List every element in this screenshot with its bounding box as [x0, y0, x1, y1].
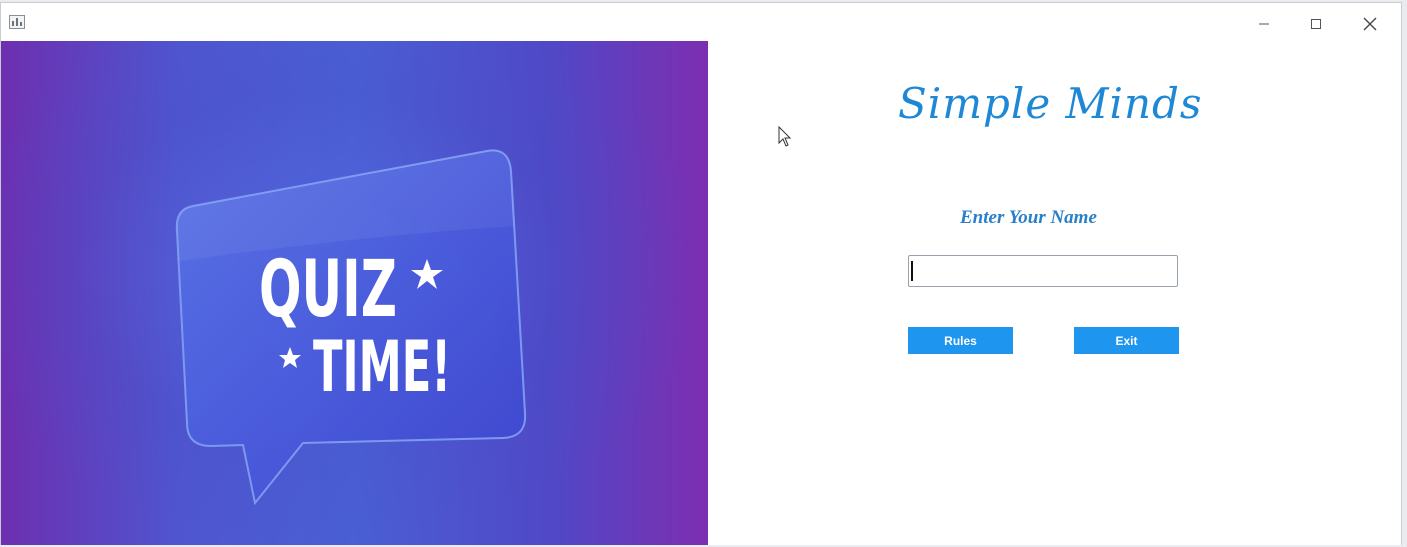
- quiz-time-banner: QUIZ TIME!: [1, 41, 708, 545]
- name-input[interactable]: [908, 255, 1178, 287]
- mouse-pointer-icon: [778, 126, 792, 147]
- maximize-icon: [1311, 19, 1321, 29]
- title-bar[interactable]: [1, 3, 1401, 41]
- close-button[interactable]: [1347, 11, 1393, 37]
- rules-button[interactable]: Rules: [908, 327, 1013, 354]
- app-title: Simple Minds: [898, 79, 1203, 128]
- minimize-icon: [1259, 23, 1269, 25]
- maximize-button[interactable]: [1293, 11, 1339, 37]
- app-window: QUIZ TIME! Simple Minds Enter Your Name …: [0, 2, 1402, 545]
- speech-bubble-graphic: QUIZ TIME!: [175, 149, 527, 506]
- time-word: TIME!: [313, 326, 451, 408]
- java-app-icon: [9, 15, 25, 29]
- text-caret: [911, 261, 913, 281]
- minimize-button[interactable]: [1241, 11, 1287, 37]
- exit-button[interactable]: Exit: [1074, 327, 1179, 354]
- name-entry-panel: Simple Minds Enter Your Name Rules Exit: [708, 41, 1401, 545]
- name-label: Enter Your Name: [960, 207, 1097, 228]
- window-content: QUIZ TIME! Simple Minds Enter Your Name …: [1, 41, 1401, 545]
- quiz-word: QUIZ: [259, 245, 397, 335]
- close-icon: [1363, 17, 1377, 31]
